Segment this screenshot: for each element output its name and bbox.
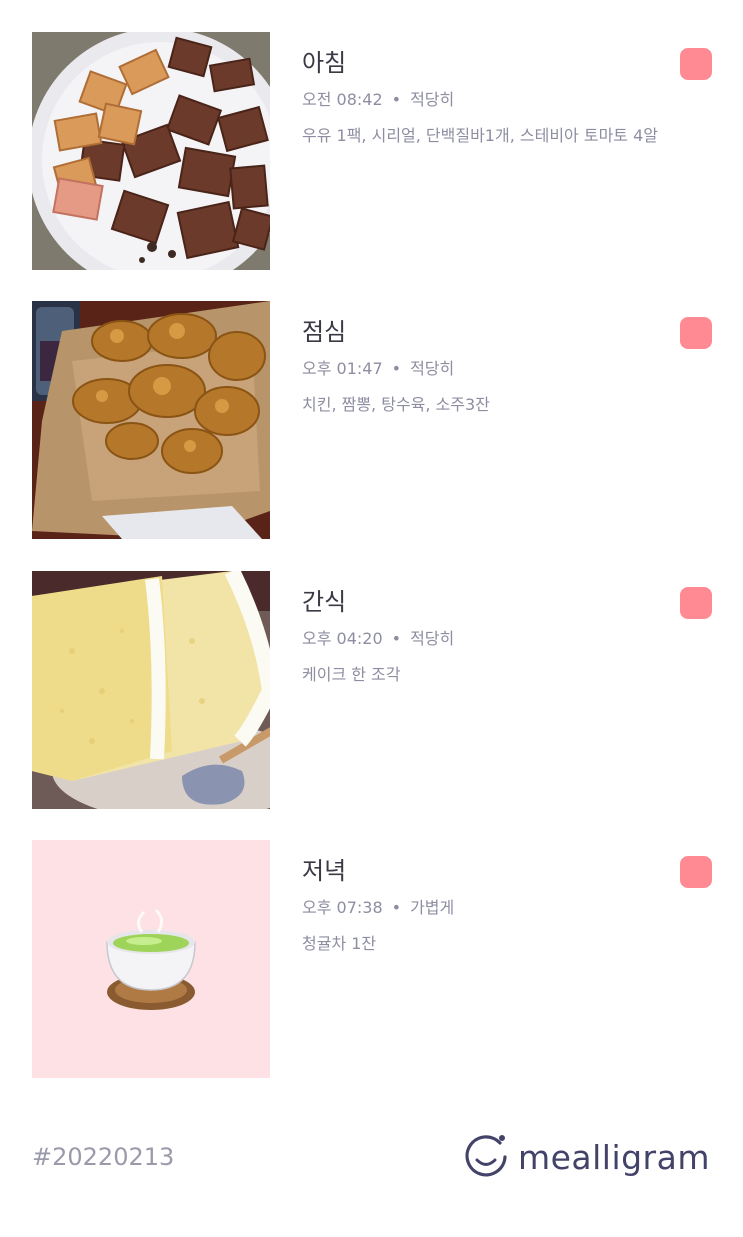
meal-entry-breakfast[interactable]: 아침 오전 08:42 • 적당히 우유 1팩, 시리얼, 단백질바1개, 스테비아… [32,32,712,270]
meal-amount: 적당히 [410,90,455,109]
meal-color-marker [680,48,712,80]
meal-entry-snack[interactable]: 간식 오후 04:20 • 적당히 케이크 한 조각 [32,571,712,809]
meal-time: 오후 01:47 [302,359,383,378]
meal-description: 청귤차 1잔 [302,934,377,953]
meal-meta: 오후 04:20 • 적당히 [302,628,712,650]
meal-amount: 적당히 [410,359,455,378]
brand-name: mealligram [517,1137,710,1177]
meal-time: 오후 07:38 [302,898,383,917]
meal-meta: 오후 07:38 • 가볍게 [302,897,712,919]
cake-photo[interactable] [32,571,270,809]
meal-time: 오후 04:20 [302,629,383,648]
brand-logo: mealligram [462,1133,710,1181]
meal-entry-lunch[interactable]: 점심 오후 01:47 • 적당히 치킨, 짬뽕, 탕수육, 소주3잔 [32,301,712,539]
meal-color-marker [680,317,712,349]
tea-cup-emoji[interactable] [32,840,270,1078]
meta-separator: • [391,629,402,648]
date-hashtag: #20220213 [32,1143,175,1171]
fried-chicken-photo[interactable] [32,301,270,539]
meal-title: 아침 [302,49,347,77]
meta-separator: • [391,90,402,109]
meal-amount: 적당히 [410,629,455,648]
meta-separator: • [391,359,402,378]
meal-description: 케이크 한 조각 [302,665,401,684]
meal-color-marker [680,856,712,888]
meal-description: 우유 1팩, 시리얼, 단백질바1개, 스테비아 토마토 4알 [302,126,658,145]
cereal-photo[interactable] [32,32,270,270]
meal-title: 간식 [302,588,347,616]
meal-meta: 오후 01:47 • 적당히 [302,358,712,380]
meal-entry-dinner[interactable]: 저녁 오후 07:38 • 가볍게 청귤차 1잔 [32,840,712,1078]
meal-amount: 가볍게 [410,898,455,917]
meal-title: 저녁 [302,857,347,885]
smile-circle-icon [465,1135,507,1177]
meal-color-marker [680,587,712,619]
meta-separator: • [391,898,402,917]
meal-meta: 오전 08:42 • 적당히 [302,89,712,111]
meal-description: 치킨, 짬뽕, 탕수육, 소주3잔 [302,395,490,414]
meal-time: 오전 08:42 [302,90,383,109]
meal-title: 점심 [302,318,347,346]
